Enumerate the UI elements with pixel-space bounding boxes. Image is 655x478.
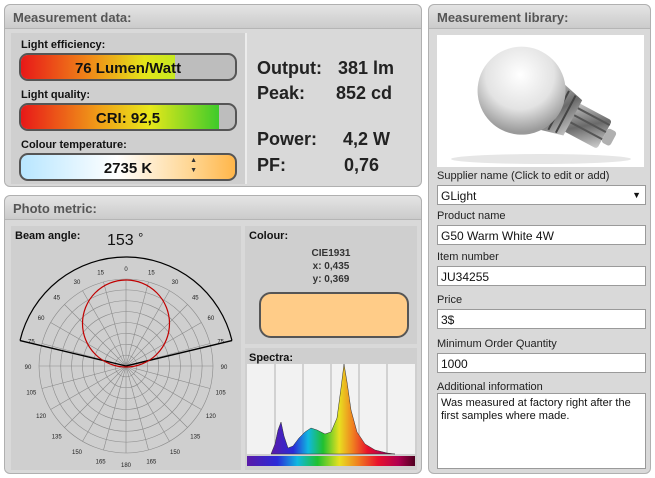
- polar-spoke: [64, 304, 127, 367]
- polar-tick-label: 150: [72, 450, 83, 456]
- step-up-icon[interactable]: ▲: [190, 156, 197, 166]
- measurement-library-title: Measurement library:: [429, 5, 650, 29]
- polar-spoke: [125, 290, 170, 367]
- polar-spoke: [125, 365, 188, 428]
- moq-field[interactable]: 1000: [437, 353, 646, 373]
- spectra-box: Spectra:: [245, 348, 417, 470]
- polar-spoke: [125, 365, 149, 451]
- polar-spoke: [125, 365, 202, 410]
- moq-label: Minimum Order Quantity: [437, 338, 557, 350]
- polar-tick-label: 60: [38, 316, 45, 322]
- pf-label: PF:: [257, 155, 286, 175]
- polar-tick-label: 180: [121, 463, 132, 469]
- polar-spoke: [50, 365, 127, 410]
- colour-swatch: [259, 292, 409, 338]
- polar-spoke: [82, 365, 127, 442]
- step-down-icon[interactable]: ▼: [190, 166, 197, 176]
- polar-tick-label: 150: [170, 450, 181, 456]
- polar-tick-label: 120: [36, 414, 47, 420]
- spectra-label: Spectra:: [249, 352, 294, 364]
- price-field[interactable]: 3$: [437, 309, 646, 329]
- polar-tick-label: 105: [26, 390, 37, 396]
- light-quality-value: CRI: 92,5: [95, 110, 161, 127]
- measurement-data-title: Measurement data:: [5, 5, 421, 29]
- photo-metric-title: Photo metric:: [5, 196, 421, 220]
- measurement-data-panel: Measurement data: Light efficiency: 76 L…: [4, 4, 422, 187]
- polar-tick-label: 15: [97, 270, 104, 276]
- polar-spoke: [125, 365, 170, 442]
- product-name-field[interactable]: G50 Warm White 4W: [437, 225, 646, 245]
- polar-spoke: [125, 304, 188, 367]
- power-label: Power:: [257, 129, 318, 149]
- polar-tick-label: 30: [74, 280, 81, 286]
- separator: [245, 33, 247, 184]
- polar-tick-label: 30: [172, 280, 179, 286]
- product-name-label: Product name: [437, 210, 506, 222]
- photo-metric-panel: Photo metric: Beam angle: 153 ° 0 15 15 30 3…: [4, 195, 422, 474]
- polar-tick-label: 135: [52, 434, 63, 440]
- light-efficiency-value: 76 Lumen/Watt: [74, 60, 182, 77]
- product-photo: [437, 35, 644, 167]
- power-value: 4,2 W: [343, 129, 391, 149]
- polar-spoke: [82, 290, 127, 367]
- spectrum-colour-bar: [247, 456, 415, 466]
- price-label: Price: [437, 294, 463, 306]
- polar-diagram: 0151530304545606075759090105105120120135…: [19, 256, 233, 469]
- polar-spoke: [64, 365, 127, 428]
- additional-info-label: Additional information: [437, 381, 543, 393]
- item-number-label: Item number: [437, 251, 499, 263]
- light-efficiency-label: Light efficiency:: [21, 39, 106, 51]
- polar-tick-label: 60: [208, 316, 215, 322]
- beam-angle-line-left: [19, 339, 127, 367]
- polar-spoke: [41, 365, 127, 389]
- polar-tick-label: 45: [192, 296, 199, 302]
- colour-label: Colour:: [249, 230, 289, 242]
- additional-info-textarea[interactable]: Was measured at factory right after the …: [437, 393, 646, 469]
- beam-angle-box: Beam angle: 153 ° 0151530304545606075759…: [11, 226, 241, 470]
- polar-spoke: [125, 281, 149, 367]
- polar-tick-label: 45: [53, 296, 60, 302]
- measurement-library-panel: Measurement library: Supplier name (Clic…: [428, 4, 651, 474]
- polar-tick-label: 165: [146, 460, 157, 466]
- peak-value: 852 cd: [336, 83, 393, 103]
- colour-temperature-stepper[interactable]: 2735 K ▲ ▼: [19, 153, 237, 181]
- polar-tick-label: 90: [25, 365, 32, 371]
- polar-spoke: [103, 281, 127, 367]
- gauges-area: Light efficiency: 76 Lumen/Watt Light qu…: [11, 33, 245, 184]
- stepper-arrows[interactable]: ▲ ▼: [190, 156, 197, 176]
- colour-box: Colour: CIE1931 x: 0,435 y: 0,369: [245, 226, 417, 344]
- polar-tick-label: 135: [190, 434, 201, 440]
- colour-temperature-value: 2735 K: [103, 160, 153, 177]
- polar-tick-label: 90: [221, 365, 228, 371]
- pf-value: 0,76: [344, 155, 380, 175]
- polar-spoke: [103, 365, 127, 451]
- peak-label: Peak:: [257, 83, 306, 103]
- light-quality-gauge: CRI: 92,5: [19, 103, 237, 131]
- supplier-value: GLight: [441, 189, 477, 203]
- polar-tick-label: 0: [124, 267, 128, 273]
- output-value: 381 lm: [338, 58, 395, 78]
- polar-tick-label: 165: [96, 460, 107, 466]
- polar-tick-label: 105: [216, 390, 227, 396]
- beam-angle-line-right: [125, 339, 233, 367]
- supplier-label: Supplier name (Click to edit or add): [437, 170, 610, 182]
- cie-x: x: 0,435: [312, 261, 350, 272]
- spectra-chart: [247, 363, 415, 466]
- dropdown-arrow-icon[interactable]: ▼: [632, 190, 641, 200]
- supplier-select[interactable]: GLight ▼: [437, 185, 646, 205]
- cie-title: CIE1931: [311, 248, 351, 259]
- light-bulb-image: [451, 46, 631, 164]
- colour-temperature-label: Colour temperature:: [21, 139, 127, 151]
- output-label: Output:: [257, 58, 322, 78]
- polar-tick-label: 15: [148, 270, 155, 276]
- light-efficiency-gauge: 76 Lumen/Watt: [19, 53, 237, 81]
- polar-spoke: [125, 365, 211, 389]
- light-quality-label: Light quality:: [21, 89, 91, 101]
- cie-y: y: 0,369: [312, 274, 350, 285]
- item-number-field[interactable]: JU34255: [437, 266, 646, 286]
- polar-tick-label: 120: [206, 414, 217, 420]
